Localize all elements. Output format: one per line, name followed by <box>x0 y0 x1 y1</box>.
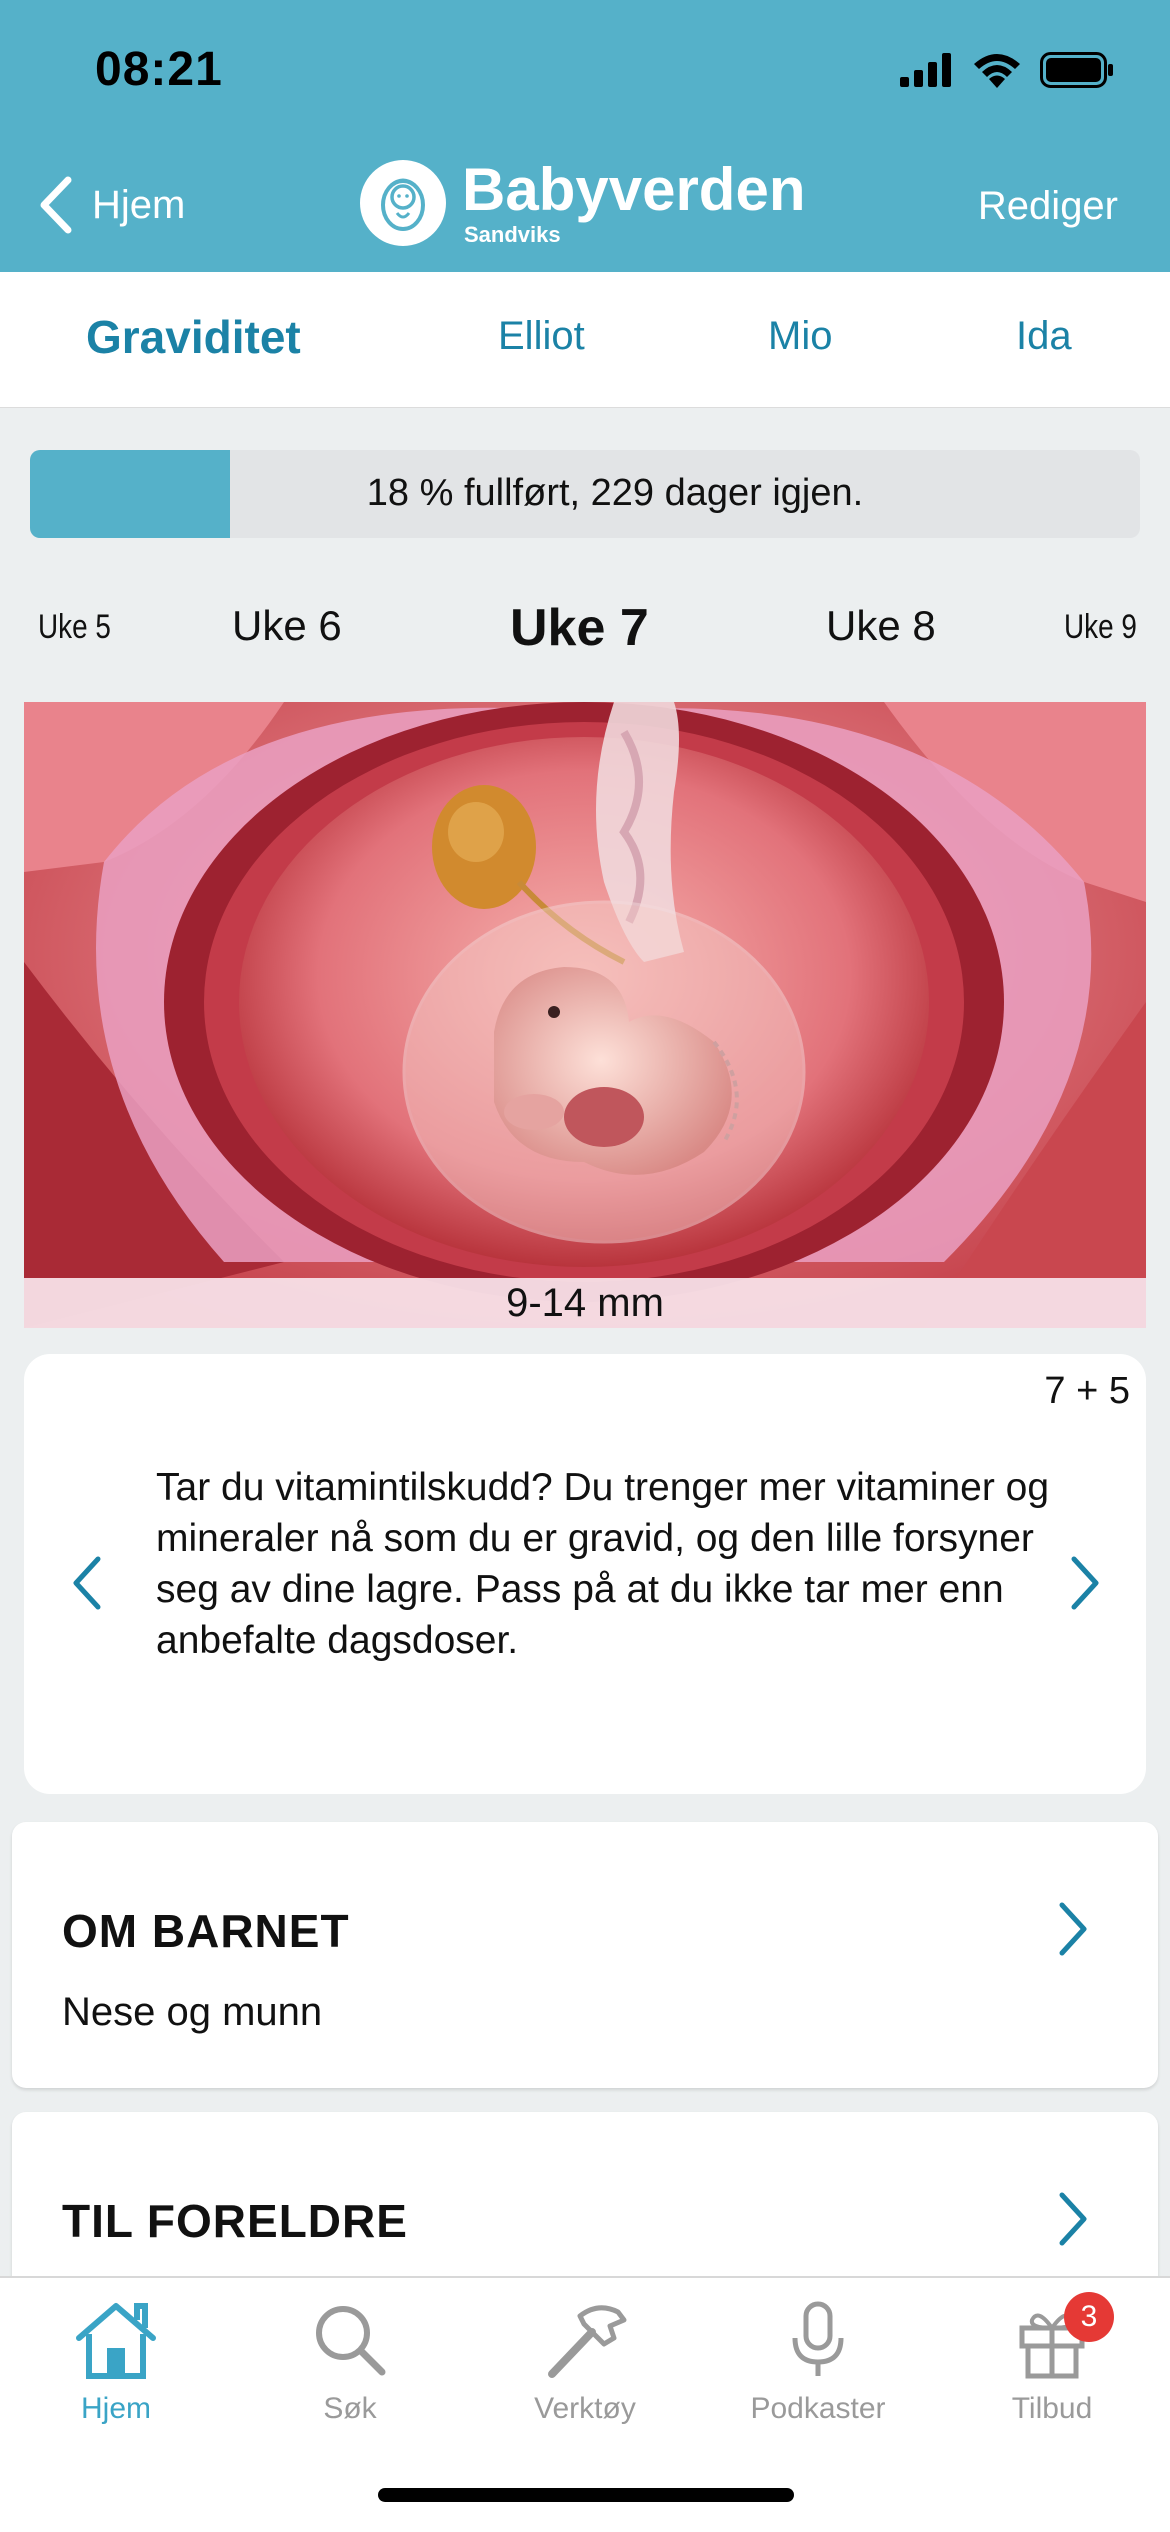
chevron-right-icon <box>1071 1556 1099 1610</box>
week-5[interactable]: Uke 5 <box>38 608 111 647</box>
chevron-right-icon <box>1059 1902 1087 1956</box>
pregnancy-progress-bar: 18 % fullført, 229 dager igjen. <box>30 450 1140 538</box>
child-tabs: Graviditet Elliot Mio Ida <box>0 272 1170 408</box>
chevron-left-icon <box>40 176 72 234</box>
home-icon <box>76 2303 156 2379</box>
week-6[interactable]: Uke 6 <box>232 602 342 650</box>
section-title: TIL FORELDRE <box>62 2195 408 2247</box>
tabbar-offers[interactable]: 3 Tilbud <box>972 2292 1132 2426</box>
chevron-right-icon <box>1059 2192 1087 2246</box>
tabbar-tools[interactable]: Verktøy <box>505 2292 665 2426</box>
tabbar-home[interactable]: Hjem <box>36 2292 196 2426</box>
cellular-signal-icon <box>900 53 951 87</box>
battery-icon <box>1040 52 1113 88</box>
tabbar-offers-label: Tilbud <box>1011 2392 1093 2425</box>
tabbar-search[interactable]: Søk <box>270 2292 430 2426</box>
tip-text: Tar du vitamintilskudd? Du trenger mer v… <box>156 1466 1050 1662</box>
back-button-label: Hjem <box>92 182 186 227</box>
tabbar-tools-label: Verktøy <box>534 2392 636 2425</box>
daily-tip-card: 7 + 5 Tar du vitamintilskudd? Du trenger… <box>24 1354 1146 1794</box>
tabbar-podcasts[interactable]: Podkaster <box>738 2292 898 2426</box>
tab-mio[interactable]: Mio <box>768 314 832 359</box>
tabbar-home-label: Hjem <box>80 2392 151 2425</box>
previous-tip-button[interactable] <box>70 1554 104 1617</box>
section-subtitle: Nese og munn <box>62 1990 323 2034</box>
fetus-image <box>24 702 1146 1328</box>
tab-elliot[interactable]: Elliot <box>498 314 585 359</box>
back-button[interactable]: Hjem <box>38 176 185 234</box>
next-tip-button[interactable] <box>1068 1554 1102 1617</box>
brand-name: Babyverden <box>462 156 806 223</box>
fetus-size-caption: 9-14 mm <box>24 1278 1146 1328</box>
top-bar: 08:21 Hjem Babyverden Sandviks Rediger <box>0 0 1170 272</box>
week-9[interactable]: Uke 9 <box>1064 608 1137 647</box>
pregnancy-day: 7 + 5 <box>1044 1370 1130 1412</box>
brand-subtitle: Sandviks <box>464 222 561 247</box>
microphone-icon <box>792 2301 844 2376</box>
week-7[interactable]: Uke 7 <box>510 598 649 658</box>
brand: Babyverden Sandviks <box>360 160 805 246</box>
tabbar-search-label: Søk <box>323 2392 377 2425</box>
offers-badge: 3 <box>1064 2292 1114 2342</box>
section-om-barnet[interactable]: OM BARNET Nese og munn <box>12 1822 1158 2088</box>
chevron-left-icon <box>73 1556 101 1610</box>
tab-graviditet[interactable]: Graviditet <box>86 310 301 364</box>
tab-ida[interactable]: Ida <box>1016 314 1072 359</box>
baby-logo-icon <box>360 160 446 246</box>
hammer-icon <box>548 2305 627 2378</box>
home-indicator <box>378 2488 794 2502</box>
status-time: 08:21 <box>95 43 223 96</box>
status-icons <box>900 52 1114 88</box>
section-title: OM BARNET <box>62 1905 350 1957</box>
progress-text: 18 % fullført, 229 dager igjen. <box>366 472 864 514</box>
week-8[interactable]: Uke 8 <box>826 602 936 650</box>
fetus-illustration: 9-14 mm <box>24 702 1146 1328</box>
tabbar-podcasts-label: Podkaster <box>750 2392 886 2425</box>
week-selector: Uke 5 Uke 6 Uke 7 Uke 8 Uke 9 <box>0 590 1170 670</box>
wifi-icon <box>974 54 1020 88</box>
search-icon <box>316 2306 386 2376</box>
edit-button[interactable]: Rediger <box>978 184 1118 229</box>
